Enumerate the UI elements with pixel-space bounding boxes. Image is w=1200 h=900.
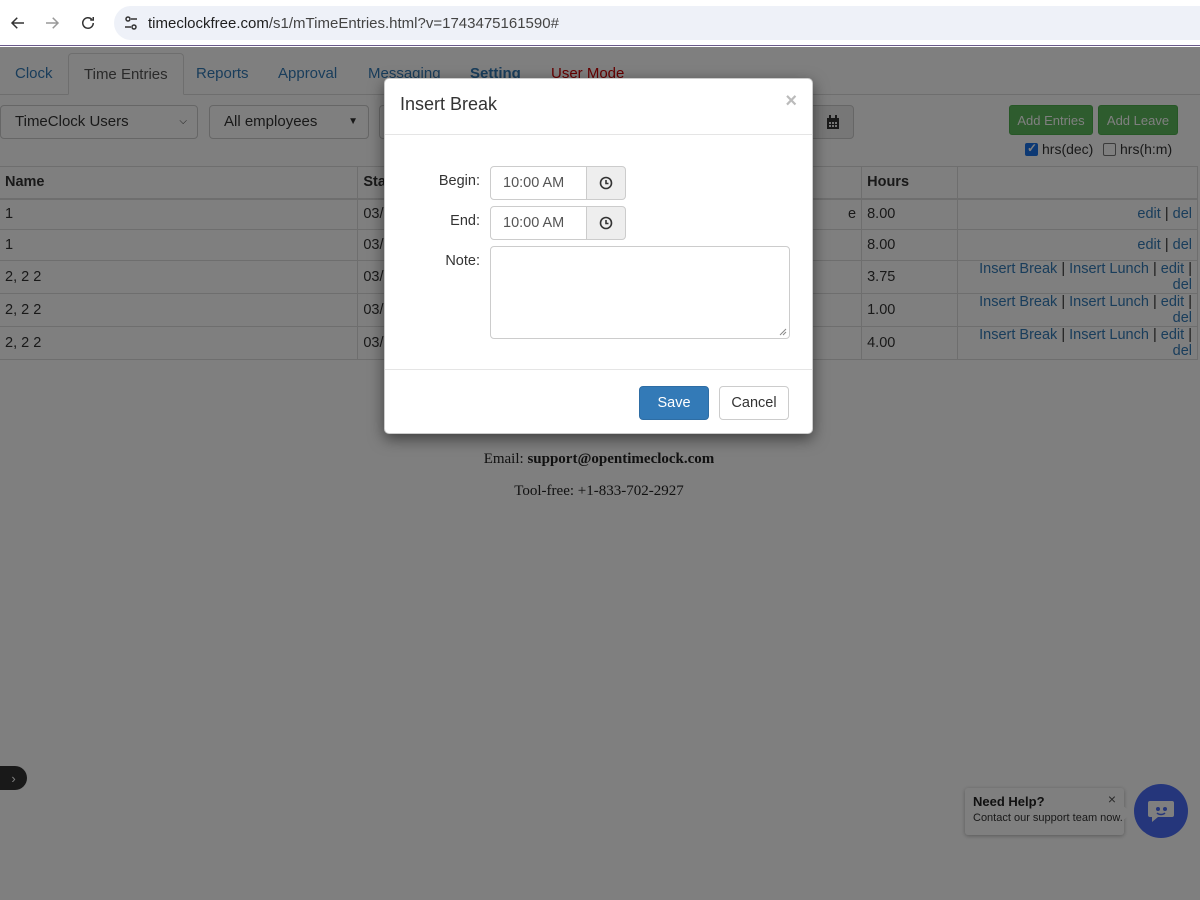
modal-footer: Save Cancel	[385, 369, 812, 433]
end-time-input[interactable]: 10:00 AM	[490, 206, 587, 240]
note-textarea[interactable]	[490, 246, 790, 339]
end-label: End:	[450, 213, 480, 229]
insert-break-dialog: Insert Break × Begin: 10:00 AM End: 10:0…	[384, 78, 813, 434]
reload-icon[interactable]	[70, 5, 106, 41]
address-bar[interactable]: timeclockfree.com/s1/mTimeEntries.html?v…	[114, 6, 1200, 40]
begin-label: Begin:	[438, 173, 480, 189]
modal-title: Insert Break	[400, 94, 498, 114]
save-button[interactable]: Save	[639, 386, 709, 420]
forward-icon[interactable]	[34, 5, 70, 41]
clock-icon[interactable]	[586, 166, 626, 200]
site-settings-icon[interactable]	[114, 15, 148, 31]
note-label: Note:	[445, 253, 480, 269]
browser-toolbar: timeclockfree.com/s1/mTimeEntries.html?v…	[0, 0, 1200, 46]
url-host: timeclockfree.com	[148, 14, 269, 32]
url-path: /s1/mTimeEntries.html?v=1743475161590#	[268, 14, 559, 32]
url-text: timeclockfree.com/s1/mTimeEntries.html?v…	[148, 15, 559, 32]
cancel-button[interactable]: Cancel	[719, 386, 789, 420]
clock-icon[interactable]	[586, 206, 626, 240]
begin-time-input[interactable]: 10:00 AM	[490, 166, 587, 200]
resize-grip-icon[interactable]	[779, 328, 787, 336]
back-icon[interactable]	[0, 5, 36, 41]
modal-header: Insert Break ×	[385, 79, 812, 135]
close-icon[interactable]: ×	[785, 91, 797, 111]
